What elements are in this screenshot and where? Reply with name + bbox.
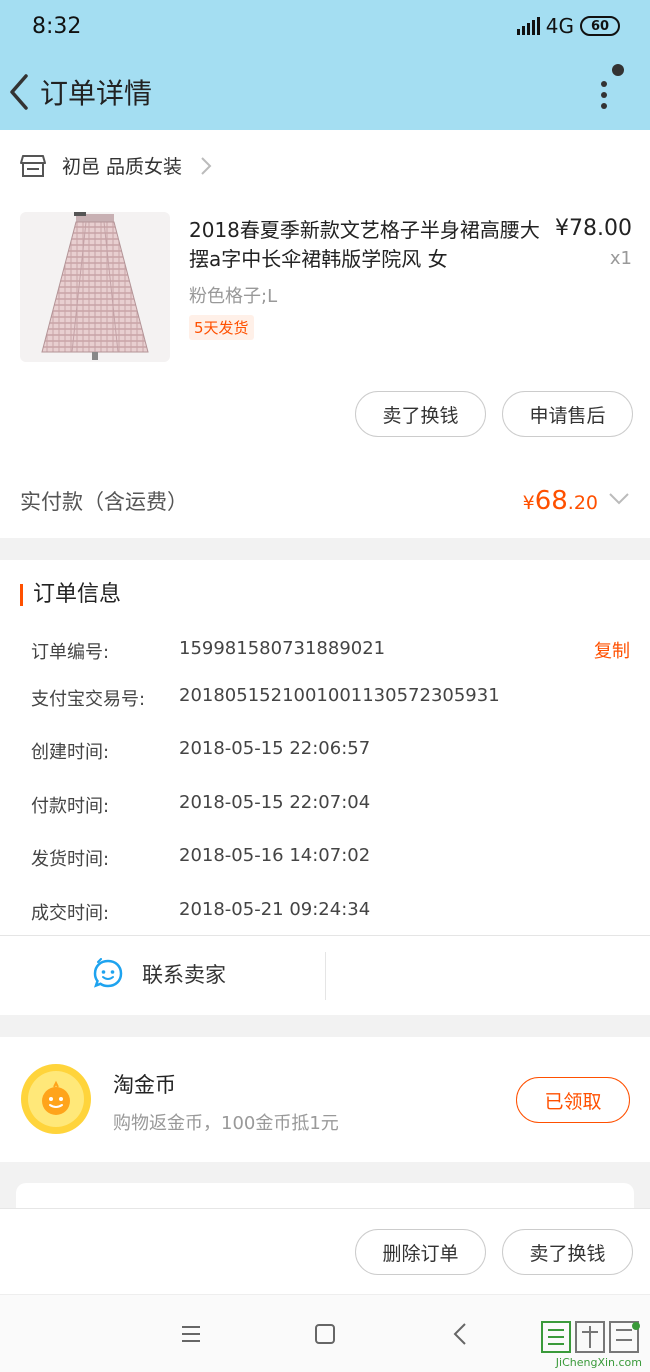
menu-icon[interactable] [176,1319,206,1349]
bottom-resell-button[interactable]: 卖了换钱 [502,1229,633,1275]
product-title[interactable]: 2018春夏季新款文艺格子半身裙高腰大摆a字中长伞裙韩版学院风 女 [189,216,544,274]
status-indicators: 4G 60 [516,14,620,38]
gold-coin-icon [21,1064,91,1134]
shipped-time-value: 2018-05-16 14:07:02 [179,845,371,866]
divider [0,935,650,936]
bottom-action-bar: 删除订单 卖了换钱 [0,1208,650,1294]
order-number-label: 订单编号: [31,642,110,663]
delete-order-button[interactable]: 删除订单 [355,1229,486,1275]
coin-description: 购物返金币，100金币抵1元 [113,1113,339,1134]
paid-currency: ¥ [522,492,535,514]
more-menu-icon[interactable] [594,64,628,116]
alipay-trade-label: 支付宝交易号: [31,689,146,710]
watermark-text: JiChengXin.com [555,1356,642,1369]
shipped-time-label: 发货时间: [31,849,110,870]
chat-bubble-icon [93,958,123,988]
closed-time-label: 成交时间: [31,903,110,924]
order-info-section: 订单信息 订单编号: 159981580731889021 复制 支付宝交易号:… [0,560,650,1015]
order-info-header: 订单信息 [20,584,121,606]
chevron-down-icon[interactable] [608,492,630,506]
shop-row[interactable]: 初邑 品质女装 [20,152,212,179]
product-price: ¥78.00 [555,216,632,241]
coin-section: 淘金币 购物返金币，100金币抵1元 已领取 [0,1037,650,1162]
nav-back-icon[interactable] [446,1319,476,1349]
resell-button[interactable]: 卖了换钱 [355,391,486,437]
store-icon [20,154,46,177]
paid-label: 实付款（含运费） [20,490,188,514]
paid-amount-int: 68 [534,486,568,516]
created-time-value: 2018-05-15 22:06:57 [179,738,371,759]
paid-amount: ¥68.20 [523,486,598,516]
product-quantity: x1 [609,248,632,269]
product-section: 初邑 品质女装 2018春夏季新款文艺格子半身裙高腰大摆a字中长伞裙韩版学院风 … [0,130,650,538]
network-type: 4G [545,14,574,38]
chevron-right-icon [201,156,212,175]
product-sku: 粉色格子;L [189,286,278,307]
product-image[interactable] [20,212,170,362]
closed-time-value: 2018-05-21 09:24:34 [179,899,371,920]
signal-icon [516,17,540,35]
battery-icon: 60 [580,16,620,36]
page-title: 订单详情 [40,77,153,110]
battery-level: 60 [590,18,610,34]
home-icon[interactable] [310,1319,340,1349]
paid-amount-dec: .20 [567,492,598,514]
contact-seller-button[interactable]: 联系卖家 [92,958,226,990]
shipping-badge: 5天发货 [189,315,254,340]
copy-button[interactable]: 复制 [594,637,630,663]
after-sale-button[interactable]: 申请售后 [502,391,633,437]
coin-claimed-button[interactable]: 已领取 [516,1077,630,1123]
skirt-image [41,212,149,360]
status-bar: 8:32 4G 60 [0,0,650,56]
shop-name: 初邑 品质女装 [62,156,183,178]
contact-seller-label: 联系卖家 [142,963,226,987]
order-number-value: 159981580731889021 [179,638,386,659]
created-time-label: 创建时间: [31,742,110,763]
title-bar: 订单详情 [0,56,650,130]
coin-title: 淘金币 [113,1073,176,1097]
contact-divider [325,952,326,1000]
alipay-trade-value: 2018051521001001130572305931 [179,685,500,706]
status-time: 8:32 [32,14,82,39]
back-arrow-icon[interactable] [6,70,36,114]
paid-time-label: 付款时间: [31,796,110,817]
paid-time-value: 2018-05-15 22:07:04 [179,792,371,813]
